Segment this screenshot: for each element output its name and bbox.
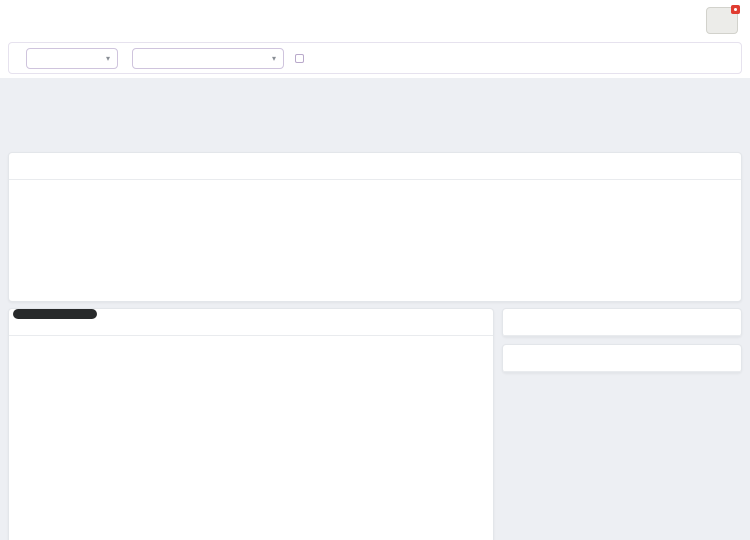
daily-activity-panel: [8, 152, 742, 302]
page: ▾ ▾: [0, 0, 750, 540]
show-unique-ip-checkbox[interactable]: [295, 54, 308, 63]
chart-tooltip: [13, 309, 97, 319]
top-sites-panel: [502, 344, 742, 373]
top-devices-panel: [502, 308, 742, 337]
chart-area[interactable]: [9, 180, 741, 309]
checkbox-icon[interactable]: [295, 54, 304, 63]
timeframe-select[interactable]: ▾: [26, 48, 118, 69]
referrals-button[interactable]: [706, 7, 738, 34]
right-column: [502, 308, 742, 373]
traffic-select[interactable]: ▾: [132, 48, 284, 69]
bar-chart-icon: [19, 160, 32, 172]
chevron-down-icon: ▾: [106, 54, 110, 63]
bar-chart-icon: [513, 352, 526, 364]
daily-activity-title: [9, 153, 741, 180]
line-chart-icon: [12, 19, 28, 33]
refer-a-friend-banner[interactable]: [643, 7, 738, 34]
chevron-down-icon: ▾: [272, 54, 276, 63]
breadcrumb: [12, 6, 740, 17]
toolbar: ▾ ▾: [8, 42, 742, 74]
country-breakdown-panel: [8, 308, 494, 540]
daily-activity-chart[interactable]: [13, 182, 731, 304]
page-title-row: [12, 19, 740, 33]
arrow-right-icon: [681, 13, 701, 29]
top-devices-title: [503, 309, 741, 336]
bottom-row: [8, 308, 742, 540]
notification-badge: [731, 5, 740, 14]
top-sites-title: [503, 345, 741, 372]
money-icon: [643, 12, 667, 30]
bar-chart-icon: [513, 316, 526, 328]
